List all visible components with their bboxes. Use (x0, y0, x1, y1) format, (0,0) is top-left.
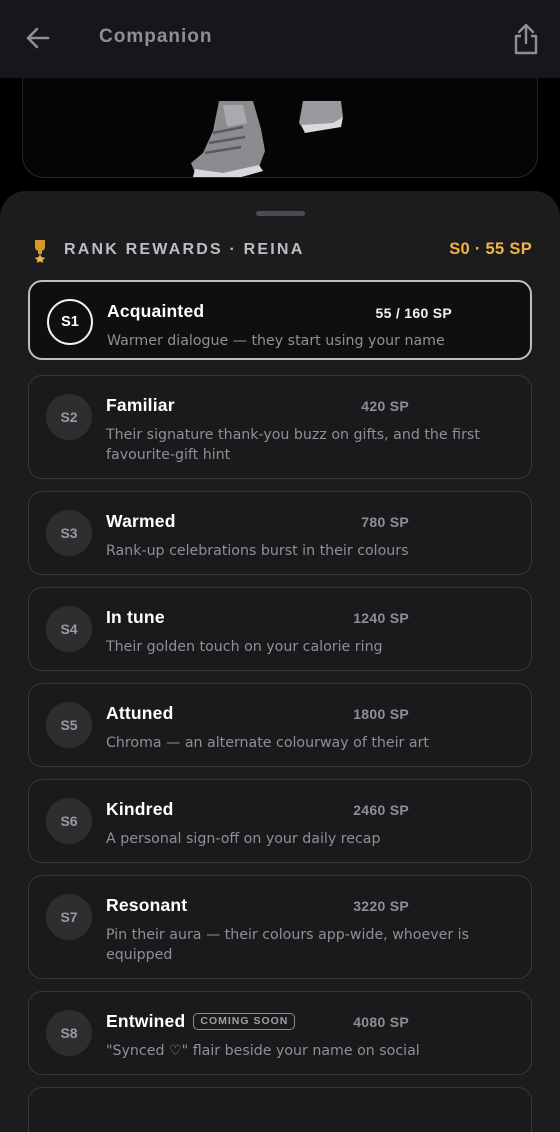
tier-sp-requirement: 1800 SP (353, 706, 409, 722)
rank-rewards-title: RANK REWARDS · REINA (64, 241, 305, 258)
tier-name-text: Kindred (106, 799, 174, 819)
companion-screen: Companion RANK REWARDS · REINA S0 · 55 S… (0, 0, 560, 1132)
tier-badge: S6 (46, 798, 92, 844)
tier-badge: S3 (46, 510, 92, 556)
tier-reward-description: Their golden touch on your calorie ring (106, 639, 383, 655)
trophy-icon (34, 240, 46, 263)
tier-sp-requirement: 55 / 160 SP (375, 305, 452, 321)
rank-status: S0 · 55 SP (449, 240, 532, 258)
tier-name-text: Entwined (106, 1011, 186, 1031)
rank-tier-card[interactable]: S3 Warmed 780 SP Rank-up celebrations burst… (28, 491, 532, 575)
tier-sp-requirement: 3220 SP (353, 898, 409, 914)
tier-badge: S7 (46, 894, 92, 940)
back-icon[interactable] (22, 22, 54, 54)
rank-tier-card[interactable]: S6 Kindred 2460 SP A personal sign-off on y… (28, 779, 532, 863)
tier-reward-description: "Synced ♡" flair beside your name on soc… (106, 1043, 420, 1059)
rank-tier-card[interactable]: S5 Attuned 1800 SP Chroma — an alternate co… (28, 683, 532, 767)
tier-badge: S2 (46, 394, 92, 440)
tier-name: Acquainted (107, 301, 204, 322)
rank-tier-card[interactable]: S7 Resonant 3220 SP Pin their aura — their … (28, 875, 532, 979)
tier-name: Attuned (106, 703, 174, 724)
tier-reward-description: A personal sign-off on your daily recap (106, 831, 381, 847)
tier-name-text: Familiar (106, 395, 175, 415)
tier-name-text: Resonant (106, 895, 188, 915)
tier-name-text: Warmed (106, 511, 176, 531)
tier-sp-requirement: 780 SP (361, 514, 409, 530)
page-title: Companion (99, 26, 213, 47)
tier-sp-requirement: 2460 SP (353, 802, 409, 818)
tier-name-text: Attuned (106, 703, 174, 723)
rank-tier-card[interactable]: S4 In tune 1240 SP Their golden touch on yo… (28, 587, 532, 671)
tier-name-text: In tune (106, 607, 165, 627)
tier-name: Resonant (106, 895, 187, 916)
rank-rewards-header: RANK REWARDS · REINA S0 · 55 SP (30, 237, 536, 265)
rank-rewards-sheet: RANK REWARDS · REINA S0 · 55 SP S1 Acquai… (0, 191, 560, 1132)
tier-reward-description: Chroma — an alternate colourway of their… (106, 735, 429, 751)
tier-reward-description: Their signature thank-you buzz on gifts,… (106, 427, 480, 463)
tier-list: S1 Acquainted 55 / 160 SP Warmer dialogue —… (28, 280, 532, 1132)
tier-name-text: Acquainted (107, 301, 205, 321)
tier-name: Kindred (106, 799, 174, 820)
sheet-drag-handle[interactable] (256, 211, 305, 216)
share-icon[interactable] (510, 22, 542, 56)
tier-reward-description: Pin their aura — their colours app-wide,… (106, 927, 470, 963)
coming-soon-badge: COMING SOON (193, 1013, 296, 1030)
tier-name: Warmed (106, 511, 176, 532)
tier-sp-requirement: 4080 SP (353, 1014, 409, 1030)
app-bar: Companion (0, 0, 560, 78)
rank-tier-card[interactable]: S1 Acquainted 55 / 160 SP Warmer dialogue —… (28, 280, 532, 360)
tier-sp-requirement: 1240 SP (353, 610, 409, 626)
tier-badge: S1 (47, 299, 93, 345)
tier-badge: S5 (46, 702, 92, 748)
tier-badge: S4 (46, 606, 92, 652)
tier-reward-description: Warmer dialogue — they start using your … (107, 333, 445, 349)
tier-name: Entwined COMING SOON (106, 1011, 296, 1032)
rank-tier-card[interactable]: S8 Entwined COMING SOON 4080 SP "Synced ♡" f… (28, 991, 532, 1075)
tier-name: In tune (106, 607, 165, 628)
tier-reward-description: Rank-up celebrations burst in their colo… (106, 543, 409, 559)
tier-badge: S8 (46, 1010, 92, 1056)
rank-tier-card[interactable]: S2 Familiar 420 SP Their signature thank-yo… (28, 375, 532, 479)
companion-art-image (191, 101, 343, 177)
rank-tier-card-partial[interactable] (28, 1087, 532, 1132)
tier-name: Familiar (106, 395, 175, 416)
tier-sp-requirement: 420 SP (361, 398, 409, 414)
